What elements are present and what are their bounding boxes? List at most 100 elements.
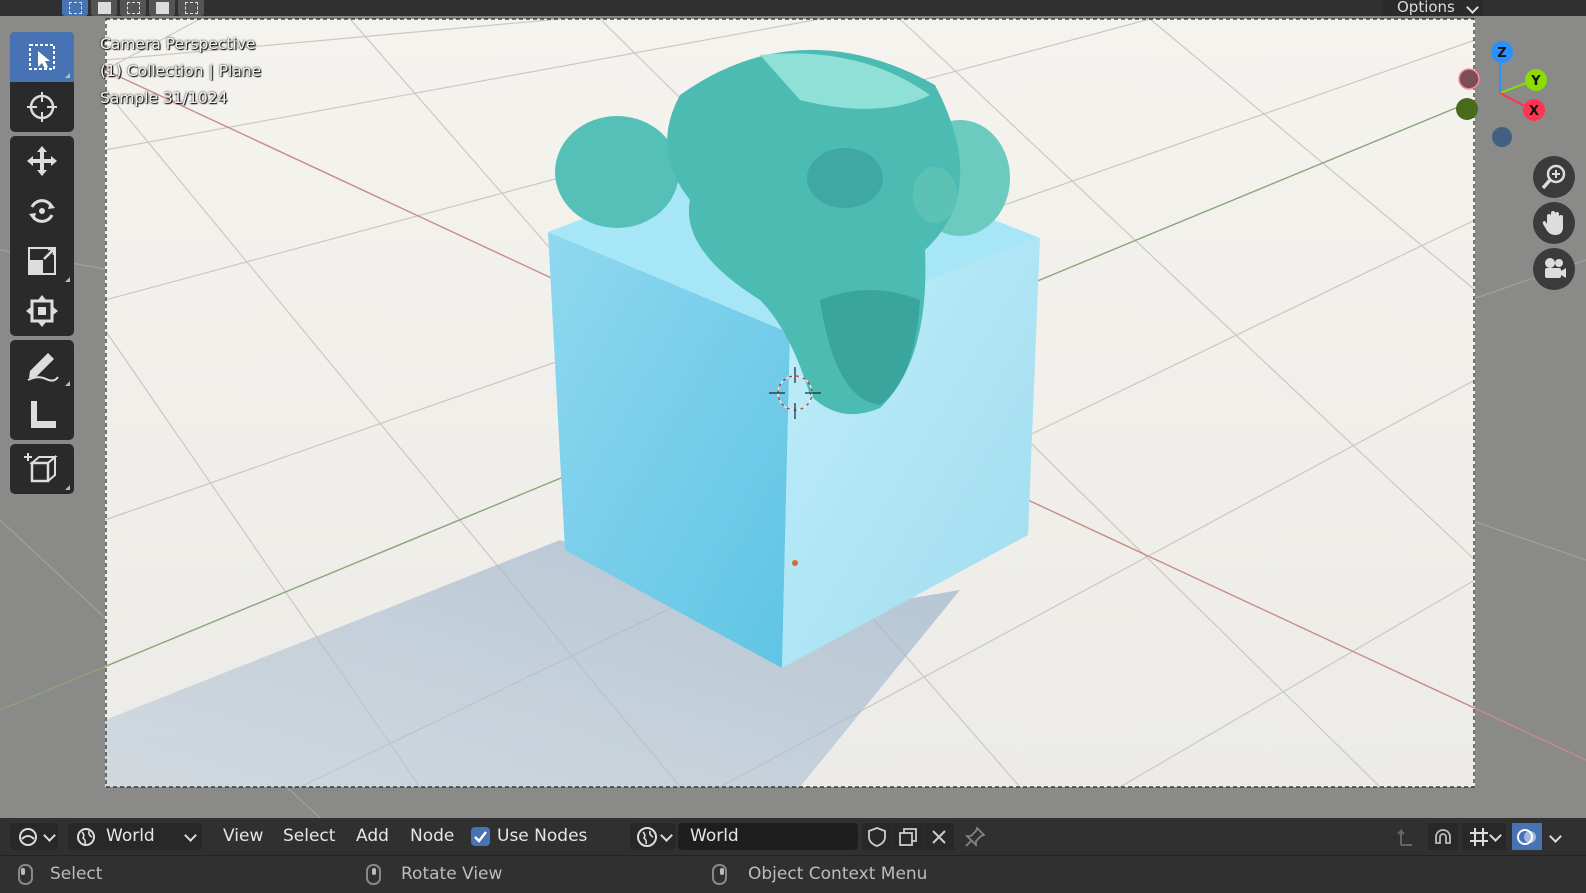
camera-view-icon: [1545, 258, 1566, 278]
mode-new-button[interactable]: [91, 0, 117, 16]
chevron-down-icon: [1548, 830, 1562, 843]
gizmo-neg-x[interactable]: [1458, 68, 1480, 90]
overlays-toggle-button[interactable]: [1512, 823, 1542, 850]
options-label: Options: [1397, 0, 1455, 16]
chevron-down-icon: [43, 829, 56, 842]
gizmo-y-label: Y: [1530, 74, 1541, 89]
world-icon: [77, 828, 95, 846]
gizmo-x-label: X: [1529, 104, 1539, 119]
menu-node[interactable]: Node: [410, 818, 454, 855]
mode-intersect-button[interactable]: [178, 0, 204, 16]
tool-submenu-corner: [65, 277, 70, 282]
arrow-up-icon: [1397, 828, 1412, 846]
pin-button[interactable]: [960, 823, 990, 850]
zoom-button[interactable]: [1533, 156, 1575, 198]
status-right-action: Object Context Menu: [748, 864, 928, 884]
duplicate-icon: [899, 827, 917, 846]
annotate-pencil-icon: [27, 353, 59, 382]
world-name-value: World: [690, 826, 739, 846]
transform-tool[interactable]: [10, 286, 74, 336]
snap-element-dropdown[interactable]: [1462, 823, 1506, 850]
world-browse-button[interactable]: [630, 823, 676, 850]
shader-editor-header: World View Select Add Node Use Nodes Wor…: [0, 818, 1586, 855]
use-nodes-label[interactable]: Use Nodes: [497, 818, 587, 855]
viewport-info-collection: (1) Collection | Plane: [100, 62, 262, 80]
snap-toggle-button[interactable]: [1428, 823, 1458, 850]
menu-add[interactable]: Add: [356, 818, 389, 855]
mode-subtract-button[interactable]: [149, 0, 175, 16]
chevron-down-icon: [660, 829, 673, 842]
checkmark-icon: [474, 831, 487, 843]
mode-extend-icon: [127, 2, 140, 14]
use-nodes-checkbox[interactable]: [471, 827, 490, 846]
hand-pan-icon: [1542, 211, 1563, 235]
scale-tool[interactable]: [10, 236, 74, 286]
scale-icon: [28, 247, 56, 275]
overlays-dropdown[interactable]: [1544, 823, 1566, 850]
navigation-gizmo[interactable]: Z Y X: [1455, 38, 1565, 158]
shader-editor-icon: [19, 828, 37, 846]
pan-button[interactable]: [1533, 202, 1575, 244]
shield-icon: [868, 826, 886, 847]
cursor-tool[interactable]: [10, 82, 74, 132]
mouse-right-button-icon: [712, 864, 727, 885]
duplicate-world-button[interactable]: [893, 823, 923, 850]
fake-user-button[interactable]: [862, 823, 892, 850]
mouse-middle-button-icon: [366, 864, 381, 885]
mode-extend-button[interactable]: [120, 0, 146, 16]
gizmo-neg-z[interactable]: [1492, 127, 1512, 147]
close-icon: [932, 829, 946, 844]
measure-ruler-icon: [31, 401, 56, 428]
chevron-down-icon: [184, 829, 197, 842]
magnet-icon: [1435, 828, 1451, 844]
viewport-info-samples: Sample 31/1024: [100, 89, 228, 107]
chevron-down-icon: [1489, 829, 1502, 842]
viewport-tool-header: Options: [0, 0, 1586, 16]
transform-icon: [26, 295, 58, 327]
menu-view[interactable]: View: [223, 818, 263, 855]
select-box-icon: [69, 2, 82, 14]
measure-tool[interactable]: [10, 390, 74, 440]
rotate-tool[interactable]: [10, 186, 74, 236]
parent-node-tree-button[interactable]: [1390, 823, 1420, 850]
add-cube-icon: [24, 453, 58, 483]
unlink-world-button[interactable]: [924, 823, 954, 850]
editor-type-selector[interactable]: [10, 823, 58, 850]
menu-select[interactable]: Select: [283, 818, 335, 855]
status-bar: Select Rotate View Object Context Menu: [0, 855, 1586, 893]
shader-type-dropdown[interactable]: World: [68, 823, 202, 850]
gizmo-z-label: Z: [1497, 46, 1506, 61]
3d-viewport[interactable]: Options Camera Perspective (1) Collectio…: [0, 0, 1586, 818]
viewport-info-camera: Camera Perspective: [100, 35, 256, 53]
move-tool[interactable]: [10, 136, 74, 186]
status-middle-action: Rotate View: [401, 864, 503, 884]
rendered-scene: [0, 0, 1586, 818]
select-box-tool[interactable]: [10, 32, 74, 82]
cursor-icon: [27, 92, 57, 122]
status-left-action: Select: [50, 864, 103, 884]
mouse-left-button-icon: [18, 864, 33, 885]
rotate-icon: [29, 199, 55, 223]
shader-type-label: World: [106, 826, 155, 846]
select-box-icon: [29, 44, 55, 70]
pin-icon: [965, 826, 986, 847]
zoom-icon: [1541, 164, 1566, 190]
world-name-field[interactable]: World: [678, 823, 858, 850]
tool-submenu-corner: [65, 73, 70, 78]
gizmo-neg-y[interactable]: [1456, 98, 1478, 120]
move-icon: [27, 146, 57, 176]
camera-view-button[interactable]: [1533, 248, 1575, 290]
mode-intersect-icon: [185, 2, 198, 14]
add-cube-tool[interactable]: [10, 444, 74, 494]
annotate-tool[interactable]: [10, 340, 74, 390]
mode-new-icon: [98, 2, 111, 14]
world-browse-icon: [637, 827, 657, 847]
chevron-down-icon: [1465, 1, 1479, 14]
options-dropdown[interactable]: Options: [1383, 0, 1483, 16]
select-box-mode-button[interactable]: [62, 0, 88, 16]
selection-mode-group: [62, 0, 204, 16]
tool-submenu-corner: [65, 485, 70, 490]
snap-grid-icon: [1470, 827, 1488, 846]
tool-shelf: [10, 32, 74, 498]
tool-submenu-corner: [65, 381, 70, 386]
